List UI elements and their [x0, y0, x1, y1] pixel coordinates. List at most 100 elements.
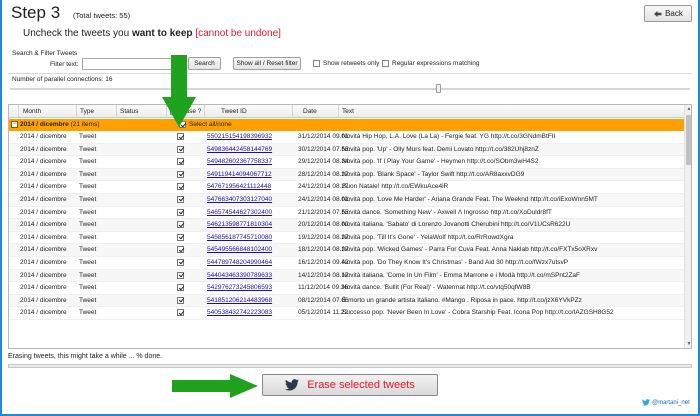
row-tweet-id-link[interactable]: 546574544627302400: [207, 207, 293, 219]
check-icon[interactable]: [177, 296, 184, 304]
row-tweet-id-link[interactable]: 549482602367758337: [207, 156, 293, 168]
table-row[interactable]: 2014 / dicembre Tweet 546574544627302400…: [9, 207, 684, 220]
check-icon[interactable]: [177, 284, 184, 292]
row-tweet-id-link[interactable]: 546213598771810304: [207, 219, 293, 231]
table-row[interactable]: 2014 / dicembre Tweet 547663407303127040…: [9, 193, 684, 207]
column-text[interactable]: Text: [339, 105, 684, 118]
search-group-label: Search & Filter Tweets: [12, 50, 78, 57]
table-row[interactable]: 2014 / dicembre Tweet 546213598771810304…: [9, 219, 684, 232]
column-tweet-id[interactable]: Tweet ID: [205, 105, 293, 118]
scroll-down-icon[interactable]: ▼: [685, 340, 691, 348]
table-row[interactable]: 2014 / dicembre Tweet 550215154198396932…: [9, 131, 684, 144]
check-icon[interactable]: [177, 195, 184, 203]
twitter-handle-link[interactable]: @martani_net: [642, 399, 690, 406]
check-icon[interactable]: [177, 158, 184, 166]
check-icon[interactable]: [177, 246, 184, 254]
row-month: 2014 / dicembre: [20, 284, 67, 292]
slider-thumb[interactable]: [436, 84, 441, 93]
table-row[interactable]: 2014 / dicembre Tweet 542976273245806593…: [9, 282, 684, 295]
check-icon[interactable]: [177, 309, 184, 317]
column-type[interactable]: Type: [77, 105, 117, 118]
row-month: 2014 / dicembre: [20, 271, 67, 279]
check-icon[interactable]: [177, 233, 184, 241]
table-row[interactable]: 2014 / dicembre Tweet 540538432742223083…: [9, 307, 684, 320]
column-date[interactable]: Date: [293, 105, 339, 118]
row-month: 2014 / dicembre: [20, 208, 67, 216]
table-row[interactable]: 2014 / dicembre Tweet 549482602367758337…: [9, 156, 684, 169]
scrollbar-thumb[interactable]: [686, 115, 691, 165]
row-tweet-id-link[interactable]: 549119414094067712: [207, 169, 293, 181]
show-retweets-checkbox[interactable]: Show retweets only: [313, 60, 379, 67]
row-type: Tweet: [79, 145, 97, 153]
row-erase-checkbox[interactable]: [177, 309, 187, 321]
row-tweet-id-link[interactable]: 545495566848102400: [207, 244, 293, 256]
row-tweet-id-link[interactable]: 544043463390789633: [207, 270, 293, 282]
row-date: 18/12/2014 08.27: [298, 246, 348, 254]
table-row[interactable]: 2014 / dicembre Tweet 545495566848102400…: [9, 244, 684, 257]
grid-header: Month Type Status Erase ? Tweet ID Date …: [9, 105, 684, 118]
row-text: Novità pop. 'Wicked Games' - Parra For C…: [342, 246, 598, 254]
row-month: 2014 / dicembre: [20, 296, 67, 304]
row-type: Tweet: [79, 271, 97, 279]
collapse-icon[interactable]: −: [11, 121, 18, 128]
row-text: Novità pop. 'Till It's Gone' - YelaWolf …: [342, 233, 514, 241]
row-tweet-id-link[interactable]: 542976273245806593: [207, 282, 293, 294]
parallel-connections-slider[interactable]: [10, 88, 690, 90]
show-retweets-label: Show retweets only: [323, 60, 380, 67]
filter-label: Filter text:: [50, 61, 79, 68]
column-month[interactable]: Month: [19, 105, 77, 118]
tweet-rows: 2014 / dicembre Tweet 550215154198396932…: [9, 131, 684, 320]
table-row[interactable]: 2014 / dicembre Tweet 544789748204990464…: [9, 257, 684, 270]
group-count: (21 items): [70, 121, 100, 128]
table-row[interactable]: 2014 / dicembre Tweet 547671956421112448…: [9, 181, 684, 194]
row-type: Tweet: [79, 296, 97, 304]
group-row[interactable]: − 2014 / dicembre (21 items) Select all/…: [9, 119, 684, 131]
row-month: 2014 / dicembre: [20, 246, 67, 254]
check-icon[interactable]: [177, 183, 184, 191]
erase-selected-tweets-button[interactable]: Erase selected tweets: [262, 374, 438, 396]
down-arrow-icon: [162, 55, 196, 127]
table-row[interactable]: 2014 / dicembre Tweet 541851206214483968…: [9, 294, 684, 308]
show-retweets-box[interactable]: [313, 60, 320, 67]
scroll-up-icon[interactable]: ▲: [685, 105, 691, 113]
instruction-prefix: Uncheck the tweets you: [23, 28, 132, 39]
check-icon[interactable]: [177, 221, 184, 229]
twitter-bird-icon: [285, 379, 300, 391]
row-tweet-id-link[interactable]: 544789748204990464: [207, 257, 293, 269]
regex-checkbox[interactable]: Regular expressions matching: [382, 60, 479, 67]
row-tweet-id-link[interactable]: 547663407303127040: [207, 194, 293, 206]
column-status[interactable]: Status: [117, 105, 167, 118]
tweets-grid: Month Type Status Erase ? Tweet ID Date …: [8, 104, 692, 349]
row-date: 19/12/2014 08.27: [298, 233, 348, 241]
show-all-reset-button[interactable]: Show all / Reset filter: [233, 57, 301, 70]
erase-button-label: Erase selected tweets: [307, 379, 415, 391]
row-tweet-id-link[interactable]: 549836442458144769: [207, 144, 293, 156]
row-tweet-id-link[interactable]: 540538432742223083: [207, 307, 293, 319]
regex-box[interactable]: [382, 60, 389, 67]
check-icon[interactable]: [177, 258, 184, 266]
grid-vertical-scrollbar[interactable]: ▲ ▼: [684, 105, 691, 348]
row-month: 2014 / dicembre: [20, 133, 67, 140]
check-icon[interactable]: [177, 170, 184, 178]
check-icon[interactable]: [177, 208, 184, 216]
row-type: Tweet: [79, 233, 97, 241]
table-row[interactable]: 2014 / dicembre Tweet 544043463390789633…: [9, 269, 684, 283]
row-date: 30/12/2014 07.56: [298, 145, 348, 153]
check-icon[interactable]: [177, 145, 184, 153]
table-row[interactable]: 2014 / dicembre Tweet 549119414094067712…: [9, 168, 684, 182]
row-tweet-id-link[interactable]: 541851206214483968: [207, 295, 293, 307]
group-label: 2014 / dicembre (21 items): [20, 121, 100, 128]
back-button[interactable]: Back: [644, 5, 692, 22]
row-text: Novità pop. 'Blank Space' - Taylor Swift…: [342, 170, 525, 178]
row-text: Novità pop. 'Do They Know It's Christmas…: [342, 258, 569, 266]
row-tweet-id-link[interactable]: 545856187745710080: [207, 232, 293, 244]
check-icon[interactable]: [177, 271, 184, 279]
table-row[interactable]: 2014 / dicembre Tweet 549836442458144769…: [9, 143, 684, 157]
row-tweet-id-link[interactable]: 550215154198396932: [207, 131, 293, 143]
table-row[interactable]: 2014 / dicembre Tweet 545856187745710080…: [9, 232, 684, 245]
row-tweet-id-link[interactable]: 547671956421112448: [207, 181, 293, 193]
check-icon[interactable]: [177, 133, 184, 140]
row-month: 2014 / dicembre: [20, 195, 67, 203]
row-date: 20/12/2014 08.00: [298, 221, 348, 229]
back-button-label: Back: [665, 9, 683, 18]
